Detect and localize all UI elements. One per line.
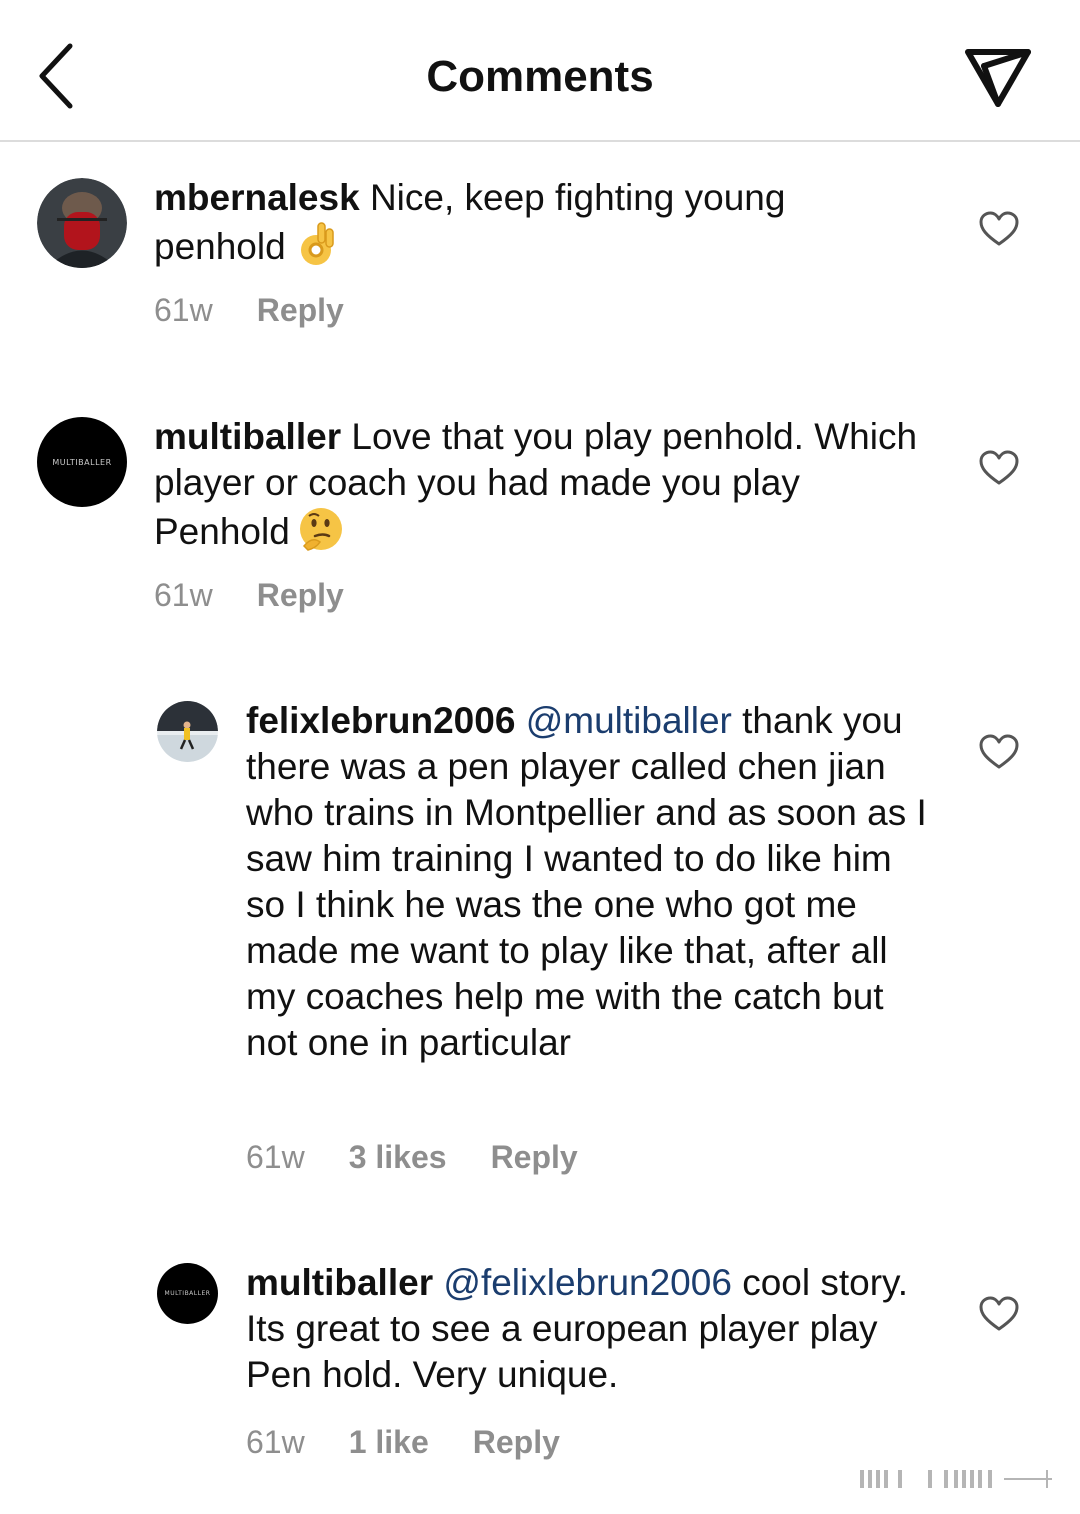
comment-meta: 61w 1 like Reply: [246, 1424, 604, 1461]
comment-username[interactable]: mbernalesk: [154, 177, 360, 218]
profile-photo-icon: [37, 178, 127, 268]
avatar-logo-text: MULTIBALLER: [164, 1290, 211, 1297]
share-button[interactable]: [962, 44, 1034, 110]
comment-username[interactable]: felixlebrun2006: [246, 700, 515, 741]
likes-count[interactable]: 3 likes: [349, 1139, 447, 1175]
header-bar: Comments: [0, 0, 1080, 142]
heart-icon[interactable]: [978, 449, 1020, 487]
likes-count[interactable]: 1 like: [349, 1424, 429, 1460]
comment-text: felixlebrun2006 @multiballer thank you t…: [246, 698, 936, 1066]
avatar[interactable]: MULTIBALLER: [157, 1263, 218, 1324]
comment-text: mbernalesk Nice, keep fighting young pen…: [154, 175, 914, 278]
mention-link[interactable]: @multiballer: [526, 700, 732, 741]
comment-username[interactable]: multiballer: [246, 1262, 433, 1303]
reply-button[interactable]: Reply: [491, 1139, 578, 1175]
reply-button[interactable]: Reply: [257, 292, 344, 328]
comment-body: thank you there was a pen player called …: [246, 700, 927, 1063]
mention-link[interactable]: @felixlebrun2006: [443, 1262, 732, 1303]
comment-meta: 61w 3 likes Reply: [246, 1139, 622, 1176]
send-icon: [965, 49, 1031, 107]
thinking-face-emoji: [298, 506, 344, 563]
avatar[interactable]: [37, 178, 127, 268]
avatar-logo-text: MULTIBALLER: [52, 457, 112, 467]
page-title: Comments: [426, 52, 654, 101]
avatar[interactable]: [157, 701, 218, 762]
watermark-mark: [860, 1470, 1052, 1488]
comment-username[interactable]: multiballer: [154, 416, 341, 457]
heart-icon[interactable]: [978, 210, 1020, 248]
profile-photo-icon: [157, 701, 218, 762]
comment-time: 61w: [246, 1424, 305, 1460]
reply-button[interactable]: Reply: [473, 1424, 560, 1460]
heart-icon[interactable]: [978, 733, 1020, 771]
comment-time: 61w: [154, 577, 213, 613]
avatar[interactable]: MULTIBALLER: [37, 417, 127, 507]
comment-time: 61w: [154, 292, 213, 328]
heart-icon[interactable]: [978, 1295, 1020, 1333]
comment-time: 61w: [246, 1139, 305, 1175]
ok-hand-emoji: [294, 221, 338, 278]
comment-meta: 61w Reply: [154, 577, 388, 614]
comment-text: multiballer @felixlebrun2006 cool story.…: [246, 1260, 936, 1398]
reply-button[interactable]: Reply: [257, 577, 344, 613]
comment-text: multiballer Love that you play penhold. …: [154, 414, 934, 563]
comment-meta: 61w Reply: [154, 292, 388, 329]
